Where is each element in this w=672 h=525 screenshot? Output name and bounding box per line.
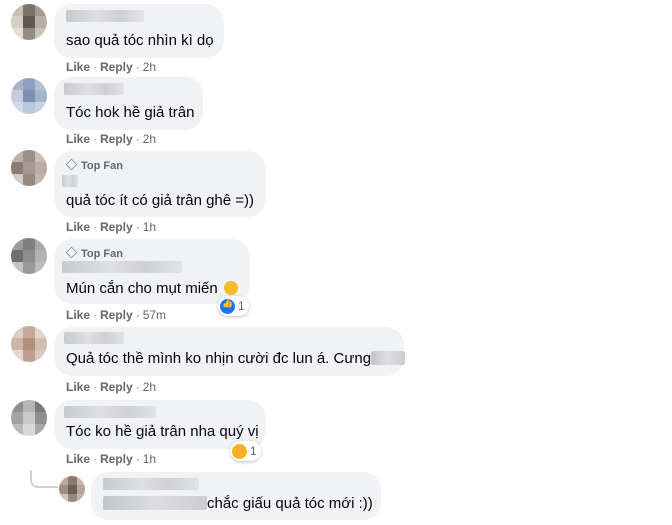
like-button[interactable]: Like — [66, 308, 90, 322]
comment-text: quả tóc ít có giả trân ghê =)) — [66, 192, 255, 209]
timestamp[interactable]: 2h — [143, 380, 156, 394]
commenter-name[interactable] — [62, 261, 182, 273]
comment-bubble: Quả tóc thề mình ko nhịn cười đc lun á. … — [54, 327, 406, 376]
top-fan-badge: Top Fan — [65, 246, 123, 260]
diamond-icon — [65, 158, 78, 171]
commenter-name[interactable] — [64, 83, 124, 95]
commenter-name[interactable] — [64, 332, 124, 344]
commenter-name[interactable] — [62, 175, 78, 187]
top-fan-badge: Top Fan — [65, 158, 123, 172]
avatar[interactable] — [11, 400, 47, 436]
avatar[interactable] — [11, 326, 47, 362]
like-button[interactable]: Like — [66, 220, 90, 234]
comment-text: Tóc ko hề giả trân nha quý vị — [66, 423, 259, 440]
reply-thread-line — [30, 470, 58, 488]
comment-text: Tóc hok hề giả trân — [66, 104, 195, 121]
comment-actions: Like · Reply · 2h — [66, 132, 157, 146]
tagged-name[interactable] — [371, 351, 406, 365]
reply-bubble: chắc giấu quả tóc mới :)) — [91, 472, 381, 520]
haha-icon — [232, 443, 247, 459]
timestamp[interactable]: 2h — [143, 132, 156, 146]
comment-actions: Like · Reply · 2h — [66, 380, 157, 394]
like-button[interactable]: Like — [66, 380, 90, 394]
timestamp[interactable]: 1h — [143, 452, 156, 466]
tagged-name[interactable] — [103, 496, 207, 510]
comment-bubble: Top Fan Mún cắn cho mụt miến — [54, 239, 250, 304]
comment-text: sao quả tóc nhìn kì dọ — [66, 32, 214, 49]
reaction-count[interactable]: 1 — [218, 296, 249, 316]
reply-button[interactable]: Reply — [100, 60, 133, 74]
timestamp[interactable]: 2h — [143, 60, 156, 74]
reply-button[interactable]: Reply — [100, 308, 133, 322]
commenter-name[interactable] — [66, 10, 144, 22]
avatar[interactable] — [59, 476, 85, 502]
commenter-name[interactable] — [64, 406, 156, 418]
comment-actions: Like · Reply · 2h — [66, 60, 157, 74]
avatar[interactable] — [11, 4, 47, 40]
diamond-icon — [65, 246, 78, 259]
reaction-count[interactable]: 1 — [230, 441, 261, 461]
timestamp[interactable]: 57m — [143, 308, 166, 322]
comment-text: Mún cắn cho mụt miến — [66, 279, 238, 298]
reply-button[interactable]: Reply — [100, 132, 133, 146]
avatar[interactable] — [11, 78, 47, 114]
avatar[interactable] — [11, 150, 47, 186]
grimace-emoji-icon — [223, 281, 238, 295]
timestamp[interactable]: 1h — [143, 220, 156, 234]
like-button[interactable]: Like — [66, 60, 90, 74]
comment-text: Quả tóc thề mình ko nhịn cười đc lun á. … — [66, 349, 406, 368]
comment-bubble: Top Fan quả tóc ít có giả trân ghê =)) — [54, 151, 266, 217]
comment-text: chắc giấu quả tóc mới :)) — [103, 494, 373, 513]
reply-button[interactable]: Reply — [100, 220, 133, 234]
avatar[interactable] — [11, 238, 47, 274]
comment-actions: Like · Reply · 57m — [66, 308, 167, 322]
comment-bubble: sao quả tóc nhìn kì dọ — [54, 4, 224, 58]
reply-button[interactable]: Reply — [100, 452, 133, 466]
comment-actions: Like · Reply · 1h — [66, 452, 157, 466]
reply-button[interactable]: Reply — [100, 380, 133, 394]
like-icon — [220, 298, 235, 314]
comment-bubble: Tóc hok hề giả trân — [54, 77, 203, 130]
like-button[interactable]: Like — [66, 132, 90, 146]
comment-actions: Like · Reply · 1h — [66, 220, 157, 234]
commenter-name[interactable] — [103, 478, 199, 490]
like-button[interactable]: Like — [66, 452, 90, 466]
